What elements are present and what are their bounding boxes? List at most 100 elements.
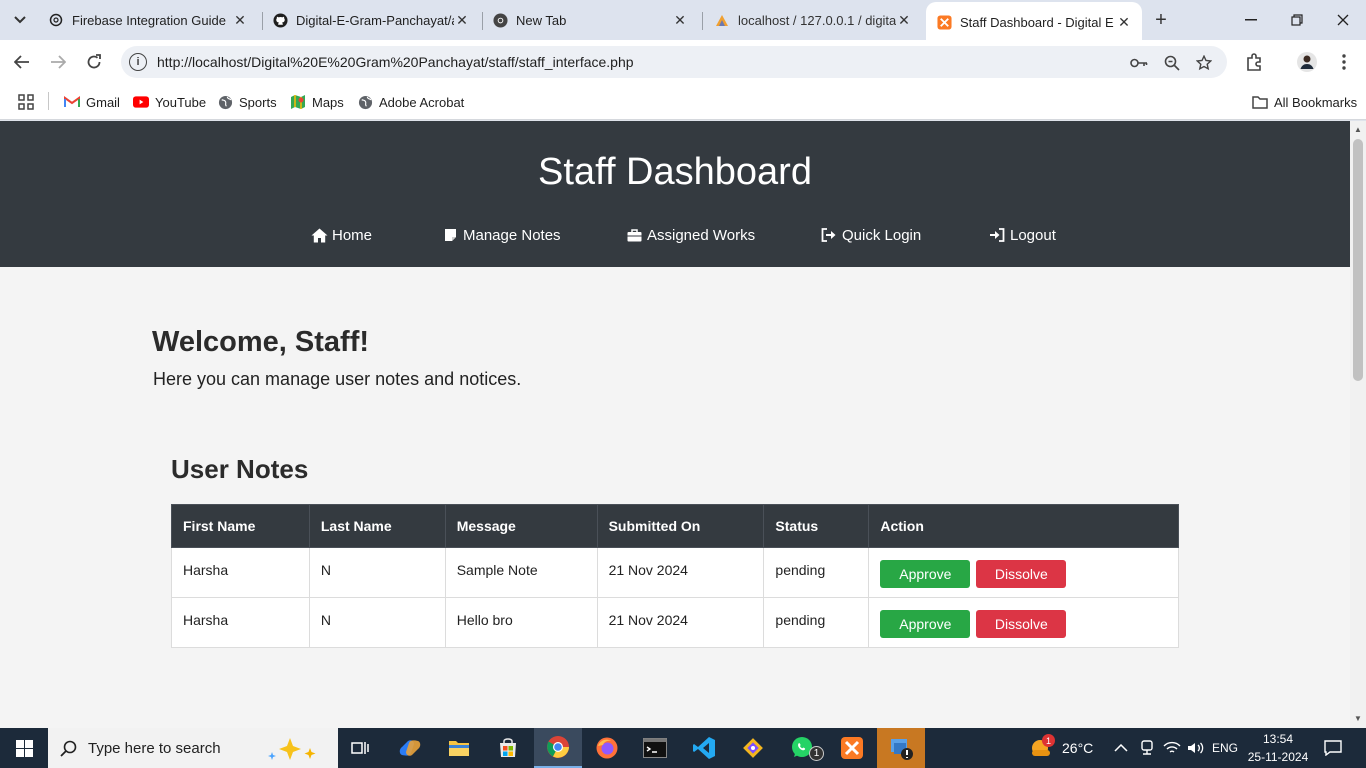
taskbar-search-box[interactable]: Type here to search (48, 728, 338, 768)
close-window-icon[interactable] (1320, 0, 1366, 40)
bookmarks-divider (48, 92, 49, 110)
close-tab-icon[interactable]: ✕ (896, 12, 912, 28)
weather-widget[interactable]: 1 26°C (1030, 728, 1093, 768)
bookmark-gmail[interactable]: Gmail (64, 92, 120, 112)
whatsapp-icon[interactable]: 1 (779, 728, 827, 768)
github-icon (272, 12, 288, 28)
windows-start-icon[interactable] (0, 728, 48, 768)
bookmark-label: YouTube (155, 94, 207, 110)
bookmark-star-icon[interactable] (1194, 53, 1214, 73)
browser-tab[interactable]: New Tab ✕ (482, 5, 698, 35)
column-header: Last Name (308, 504, 446, 548)
copilot-icon[interactable] (386, 728, 434, 768)
browser-toolbar: i http://localhost/Digital%20E%20Gram%20… (0, 40, 1366, 84)
file-explorer-icon[interactable] (435, 728, 483, 768)
taskbar-clock[interactable]: 13:54 25-11-2024 (1240, 730, 1316, 766)
browser-tab-active[interactable]: Staff Dashboard - Digital E G ✕ (926, 2, 1142, 40)
phpmyadmin-icon (714, 12, 730, 28)
all-bookmarks-label: All Bookmarks (1274, 94, 1358, 110)
bookmarks-bar: Gmail YouTube Sports Maps Adobe Acrobat … (0, 84, 1366, 120)
xampp-taskbar-icon[interactable] (828, 728, 876, 768)
site-info-icon[interactable]: i (129, 53, 147, 71)
zoom-icon[interactable] (1162, 53, 1182, 73)
bookmark-label: Sports (239, 94, 277, 110)
extensions-icon[interactable] (1242, 50, 1266, 74)
gmail-icon (64, 94, 80, 110)
notifications-icon[interactable] (1324, 728, 1342, 768)
firefox-icon[interactable] (583, 728, 631, 768)
nav-home[interactable]: Home (310, 225, 372, 245)
nav-logout[interactable]: Logout (988, 225, 1056, 245)
first-name-cell: Harsha (171, 547, 310, 598)
address-bar[interactable]: i http://localhost/Digital%20E%20Gram%20… (121, 46, 1227, 78)
scrollbar-thumb[interactable] (1353, 139, 1363, 381)
chrome-taskbar-icon[interactable] (534, 728, 582, 768)
copilot-sparkle-icon[interactable] (266, 736, 324, 767)
briefcase-icon (625, 227, 643, 243)
reload-icon[interactable] (82, 50, 106, 74)
tab-title: localhost / 127.0.0.1 / digital (738, 12, 896, 28)
apps-grid-icon[interactable] (18, 92, 34, 112)
status-cell: pending (763, 597, 870, 648)
password-key-icon[interactable] (1129, 53, 1149, 73)
input-language[interactable]: ENG (1212, 728, 1238, 768)
microsoft-store-icon[interactable] (484, 728, 532, 768)
close-tab-icon[interactable]: ✕ (1116, 14, 1132, 31)
scroll-down-icon[interactable]: ▼ (1353, 714, 1363, 724)
dissolve-button[interactable]: Dissolve (976, 560, 1067, 588)
volume-icon[interactable] (1187, 728, 1205, 768)
url-text[interactable]: http://localhost/Digital%20E%20Gram%20Pa… (157, 54, 634, 70)
xampp-control-icon[interactable] (877, 728, 925, 768)
bookmark-maps[interactable]: Maps (290, 92, 344, 112)
close-tab-icon[interactable]: ✕ (232, 12, 248, 28)
weather-icon: 1 (1030, 734, 1055, 760)
minimize-icon[interactable] (1228, 0, 1274, 40)
column-header: First Name (171, 504, 310, 548)
action-cell: Approve Dissolve (868, 597, 1179, 648)
welcome-heading: Welcome, Staff! (152, 326, 370, 358)
bookmark-adobe-acrobat[interactable]: Adobe Acrobat (357, 92, 464, 112)
close-tab-icon[interactable]: ✕ (454, 12, 470, 28)
nav-assigned-works[interactable]: Assigned Works (625, 225, 755, 245)
bookmark-youtube[interactable]: YouTube (133, 92, 206, 112)
tab-divider (702, 12, 703, 30)
approve-button[interactable]: Approve (880, 560, 971, 588)
new-tab-icon[interactable]: + (1150, 9, 1172, 31)
git-app-icon[interactable] (729, 728, 777, 768)
close-tab-icon[interactable]: ✕ (672, 12, 688, 28)
bookmark-sports[interactable]: Sports (217, 92, 277, 112)
terminal-icon[interactable] (631, 728, 679, 768)
globe-icon (217, 94, 233, 110)
action-cell: Approve Dissolve (868, 547, 1179, 598)
browser-tab[interactable]: Digital-E-Gram-Panchayat/a ✕ (262, 5, 480, 35)
meet-now-icon[interactable] (1140, 728, 1154, 768)
home-icon (310, 227, 328, 243)
nav-manage-notes[interactable]: Manage Notes (441, 225, 561, 245)
tab-search-chevron-icon[interactable] (8, 8, 32, 32)
approve-button[interactable]: Approve (880, 610, 971, 638)
restore-icon[interactable] (1274, 0, 1320, 40)
chrome-icon (492, 12, 508, 28)
profile-avatar[interactable] (1295, 50, 1319, 74)
vscode-icon[interactable] (680, 728, 728, 768)
wifi-icon[interactable] (1163, 728, 1181, 768)
back-icon[interactable] (10, 50, 34, 74)
weather-badge: 1 (1042, 734, 1055, 747)
nav-quick-login[interactable]: Quick Login (820, 225, 921, 245)
scroll-up-icon[interactable]: ▲ (1353, 125, 1363, 135)
forward-icon[interactable] (46, 50, 70, 74)
windows-taskbar: Type here to search 1 1 26°C ENG 13:54 2… (0, 728, 1366, 768)
status-cell: pending (763, 547, 870, 598)
all-bookmarks-button[interactable]: All Bookmarks (1252, 92, 1357, 112)
task-view-icon[interactable] (336, 728, 384, 768)
browser-tab[interactable]: Firebase Integration Guide ✕ (38, 5, 258, 35)
nav-label: Assigned Works (647, 226, 756, 244)
tab-title: New Tab (516, 12, 567, 28)
nav-label: Quick Login (842, 226, 922, 244)
browser-menu-icon[interactable] (1332, 50, 1356, 74)
dissolve-button[interactable]: Dissolve (976, 610, 1067, 638)
page-scrollbar[interactable]: ▲ ▼ (1350, 121, 1366, 728)
clock-date: 25-11-2024 (1247, 750, 1309, 764)
browser-tab[interactable]: localhost / 127.0.0.1 / digital ✕ (704, 5, 922, 35)
show-hidden-icons-chevron-icon[interactable] (1114, 728, 1128, 768)
